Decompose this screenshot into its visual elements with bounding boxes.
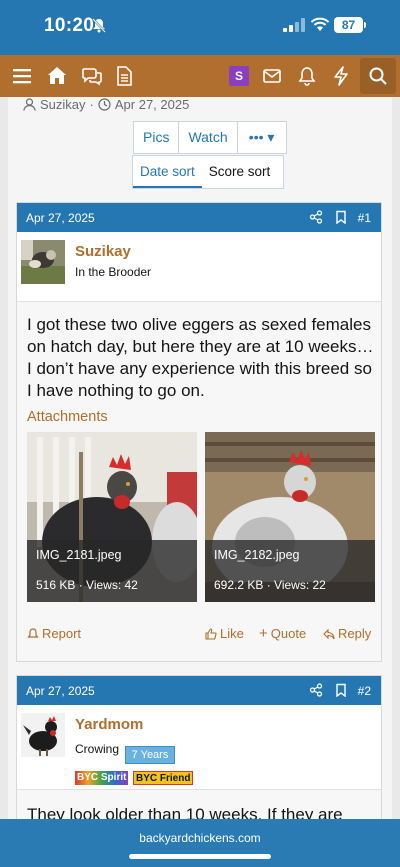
attachment-thumbnail[interactable]: IMG_2181.jpeg 516 KB · Views: 42 bbox=[27, 432, 197, 602]
attachment-filename: IMG_2182.jpeg bbox=[214, 548, 300, 562]
user-info: Yardmom Crowing 7 Years BYC Spirit BYC F… bbox=[17, 705, 381, 790]
plus-icon: + bbox=[259, 624, 268, 642]
like-button[interactable]: Like bbox=[205, 626, 244, 641]
envelope-icon[interactable] bbox=[258, 62, 286, 90]
share-icon[interactable] bbox=[309, 210, 323, 224]
search-button[interactable] bbox=[360, 58, 396, 94]
post-message: They look older than 10 weeks. If they a… bbox=[27, 805, 343, 819]
clock-icon bbox=[98, 98, 111, 111]
more-options-button[interactable]: ••• ▾ bbox=[238, 122, 286, 153]
status-bar: 10:20 87 bbox=[0, 0, 400, 55]
thumbs-up-icon bbox=[205, 627, 217, 640]
post-number[interactable]: #2 bbox=[358, 684, 371, 698]
byc-spirit-badge: BYC Spirit bbox=[75, 771, 129, 785]
byc-friend-badge: BYC Friend bbox=[133, 771, 194, 785]
attachment-details: 516 KB · Views: 42 bbox=[36, 578, 138, 592]
report-button[interactable]: Report bbox=[27, 626, 81, 641]
quote-button[interactable]: + Quote bbox=[259, 624, 307, 642]
tab-date-sort[interactable]: Date sort bbox=[133, 156, 202, 188]
lightning-icon[interactable] bbox=[327, 62, 355, 90]
avatar[interactable] bbox=[21, 240, 65, 284]
battery-indicator: 87 bbox=[334, 17, 366, 33]
thread-date[interactable]: Apr 27, 2025 bbox=[115, 97, 189, 112]
post-date[interactable]: Apr 27, 2025 bbox=[26, 211, 95, 225]
attachment-thumbnail[interactable]: IMG_2182.jpeg 692.2 KB · Views: 22 bbox=[205, 432, 375, 602]
post-header: Apr 27, 2025 #2 bbox=[17, 676, 381, 705]
user-title: Crowing bbox=[75, 742, 120, 756]
username[interactable]: Suzikay bbox=[75, 243, 131, 260]
reply-label: Reply bbox=[338, 626, 372, 641]
bell-icon[interactable] bbox=[293, 62, 321, 90]
document-icon[interactable] bbox=[110, 62, 138, 90]
cellular-signal-icon bbox=[283, 18, 305, 32]
account-avatar-badge[interactable]: S bbox=[229, 66, 249, 86]
post: Apr 27, 2025 #2 Yardmom Crowing 7 Years … bbox=[16, 675, 382, 819]
clock: 10:20 bbox=[44, 15, 95, 36]
post-number[interactable]: #1 bbox=[358, 211, 371, 225]
post: Apr 27, 2025 #1 Suzikay In the Brooder I… bbox=[16, 202, 382, 662]
post-header: Apr 27, 2025 #1 bbox=[17, 203, 381, 232]
attachment-details: 692.2 KB · Views: 22 bbox=[214, 578, 326, 592]
menu-icon[interactable] bbox=[8, 62, 36, 90]
bookmark-icon[interactable] bbox=[334, 683, 348, 697]
thread-content[interactable]: Suzikay · Apr 27, 2025 Pics Watch ••• ▾ … bbox=[0, 97, 400, 819]
watch-button[interactable]: Watch bbox=[179, 122, 238, 153]
attachments-label: Attachments bbox=[27, 409, 108, 425]
user-info: Suzikay In the Brooder bbox=[17, 232, 381, 302]
post-body: They look older than 10 weeks. If they a… bbox=[17, 790, 381, 819]
tab-score-sort[interactable]: Score sort bbox=[202, 156, 278, 188]
years-badge: 7 Years bbox=[125, 746, 175, 764]
attachment-info: IMG_2181.jpeg 516 KB · Views: 42 bbox=[27, 540, 197, 602]
user-icon bbox=[23, 98, 36, 111]
thread-toolbar: Pics Watch ••• ▾ bbox=[133, 121, 287, 154]
pics-button[interactable]: Pics bbox=[134, 122, 180, 153]
thread-panel: Suzikay · Apr 27, 2025 Pics Watch ••• ▾ … bbox=[8, 97, 392, 819]
url-text[interactable]: backyardchickens.com bbox=[0, 831, 400, 845]
sort-tabs: Date sort Score sort bbox=[132, 155, 284, 189]
search-icon bbox=[369, 67, 387, 85]
username[interactable]: Yardmom bbox=[75, 716, 143, 733]
site-nav-bar: S bbox=[0, 55, 400, 97]
attachment-filename: IMG_2181.jpeg bbox=[36, 548, 122, 562]
quote-label: Quote bbox=[270, 626, 307, 641]
reply-icon bbox=[323, 628, 335, 639]
home-icon[interactable] bbox=[43, 62, 71, 90]
bell-slash-icon bbox=[92, 18, 106, 33]
post-message: I got these two olive eggers as sexed fe… bbox=[27, 315, 374, 400]
wifi-icon bbox=[310, 17, 330, 31]
post-body: I got these two olive eggers as sexed fe… bbox=[17, 302, 381, 661]
user-title: In the Brooder bbox=[75, 265, 152, 279]
bell-icon bbox=[27, 627, 39, 638]
browser-url-bar[interactable]: backyardchickens.com bbox=[0, 819, 400, 867]
share-icon[interactable] bbox=[309, 683, 323, 697]
thread-author[interactable]: Suzikay bbox=[40, 97, 86, 112]
home-indicator[interactable] bbox=[129, 854, 271, 859]
avatar[interactable] bbox=[21, 713, 65, 757]
post-date[interactable]: Apr 27, 2025 bbox=[26, 684, 95, 698]
report-label: Report bbox=[42, 626, 82, 641]
like-label: Like bbox=[220, 626, 244, 641]
thread-meta: Suzikay · Apr 27, 2025 bbox=[23, 97, 189, 112]
forums-icon[interactable] bbox=[78, 62, 106, 90]
meta-separator: · bbox=[89, 97, 94, 112]
attachment-info: IMG_2182.jpeg 692.2 KB · Views: 22 bbox=[205, 540, 375, 602]
reply-button[interactable]: Reply bbox=[323, 626, 371, 641]
bookmark-icon[interactable] bbox=[334, 210, 348, 224]
